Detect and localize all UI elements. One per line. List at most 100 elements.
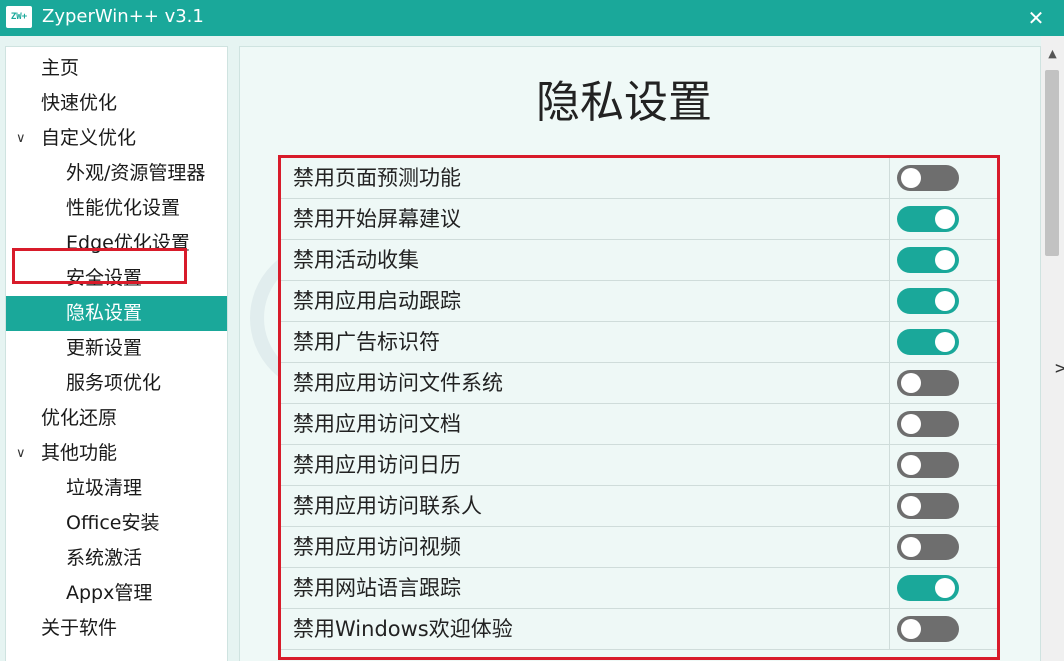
sidebar-item[interactable]: 系统激活: [6, 541, 227, 576]
sidebar-item[interactable]: Office安装: [6, 506, 227, 541]
sidebar-item-label: 系统激活: [66, 547, 143, 569]
column-divider: [889, 404, 890, 445]
sidebar-item[interactable]: 隐私设置: [6, 296, 227, 331]
sidebar-item-label: 服务项优化: [66, 372, 162, 394]
setting-label: 禁用应用启动跟踪: [293, 289, 461, 313]
setting-row: 禁用应用访问联系人: [281, 486, 997, 527]
setting-label: 禁用广告标识符: [293, 330, 440, 354]
window-title: ZyperWin++ v3.1: [42, 6, 204, 27]
sidebar-item[interactable]: 优化还原: [6, 401, 227, 436]
sidebar-item-label: Office安装: [66, 512, 160, 534]
main-panel: 老K资源网 bbs.laokbk.cn 隐私设置 禁用页面预测功能禁用开始屏幕建…: [239, 46, 1041, 661]
column-divider: [889, 527, 890, 568]
page-title: 隐私设置: [536, 77, 712, 128]
setting-label: 禁用应用访问视频: [293, 535, 461, 559]
setting-row: 禁用活动收集: [281, 240, 997, 281]
sidebar-item[interactable]: 主页: [6, 51, 227, 86]
sidebar-item[interactable]: 快速优化: [6, 86, 227, 121]
toggle-knob: [935, 332, 955, 352]
sidebar-item-label: 其他功能: [41, 442, 118, 464]
setting-row: 禁用页面预测功能: [281, 158, 997, 199]
app-logo-icon: ZW+: [6, 6, 32, 28]
setting-toggle[interactable]: [897, 534, 959, 560]
sidebar-item-label: 垃圾清理: [66, 477, 143, 499]
sidebar-item-label: Appx管理: [66, 582, 153, 604]
sidebar-item-label: 更新设置: [66, 337, 143, 359]
toggle-knob: [901, 168, 921, 188]
sidebar-item[interactable]: 服务项优化: [6, 366, 227, 401]
setting-row: 禁用应用访问文档: [281, 404, 997, 445]
setting-toggle[interactable]: [897, 206, 959, 232]
setting-label: 禁用应用访问联系人: [293, 494, 482, 518]
close-icon[interactable]: ✕: [1016, 2, 1056, 34]
toggle-knob: [935, 250, 955, 270]
chevron-down-icon[interactable]: ∨: [16, 436, 26, 471]
sidebar-item[interactable]: 关于软件: [6, 611, 227, 646]
column-divider: [889, 240, 890, 281]
sidebar-item[interactable]: 更新设置: [6, 331, 227, 366]
scroll-up-icon[interactable]: ▲: [1041, 46, 1064, 62]
sidebar-item[interactable]: 性能优化设置: [6, 191, 227, 226]
sidebar-item[interactable]: Appx管理: [6, 576, 227, 611]
setting-row: 禁用应用访问文件系统: [281, 363, 997, 404]
setting-toggle[interactable]: [897, 575, 959, 601]
column-divider: [889, 445, 890, 486]
setting-toggle[interactable]: [897, 370, 959, 396]
setting-toggle[interactable]: [897, 411, 959, 437]
sidebar-item-label: 隐私设置: [66, 302, 143, 324]
sidebar-item[interactable]: ∨ 其他功能: [6, 436, 227, 471]
setting-label: 禁用网站语言跟踪: [293, 576, 461, 600]
setting-toggle[interactable]: [897, 165, 959, 191]
sidebar-item-label: Edge优化设置: [66, 232, 190, 254]
setting-toggle[interactable]: [897, 452, 959, 478]
sidebar-nav: 主页快速优化 ∨ 自定义优化外观/资源管理器 性能优化设置 Edge优化设置 安全设置隐私…: [5, 46, 228, 661]
setting-toggle[interactable]: [897, 288, 959, 314]
toggle-knob: [901, 373, 921, 393]
setting-toggle[interactable]: [897, 329, 959, 355]
toggle-knob: [901, 537, 921, 557]
setting-label: 禁用应用访问文档: [293, 412, 461, 436]
setting-row: 禁用应用启动跟踪: [281, 281, 997, 322]
sidebar-item-label: 安全设置: [66, 267, 143, 289]
chevron-down-icon[interactable]: ∨: [16, 121, 26, 156]
column-divider: [889, 568, 890, 609]
column-divider: [889, 158, 890, 199]
sidebar-item-label: 关于软件: [41, 617, 118, 639]
toggle-knob: [935, 291, 955, 311]
toggle-knob: [901, 496, 921, 516]
sidebar-item[interactable]: Edge优化设置: [6, 226, 227, 261]
sidebar-item-label: 性能优化设置: [66, 197, 181, 219]
column-divider: [889, 199, 890, 240]
scroll-thumb[interactable]: [1045, 70, 1059, 256]
column-divider: [889, 322, 890, 363]
setting-row: 禁用开始屏幕建议: [281, 199, 997, 240]
setting-label: 禁用开始屏幕建议: [293, 207, 461, 231]
setting-row: 禁用网站语言跟踪: [281, 568, 997, 609]
toggle-knob: [901, 414, 921, 434]
sidebar-item-label: 外观/资源管理器: [66, 162, 206, 184]
setting-toggle[interactable]: [897, 247, 959, 273]
setting-label: 禁用应用访问文件系统: [293, 371, 503, 395]
setting-toggle[interactable]: [897, 493, 959, 519]
column-divider: [889, 486, 890, 527]
sidebar-item[interactable]: 垃圾清理: [6, 471, 227, 506]
setting-row: 禁用Windows欢迎体验: [281, 609, 997, 650]
column-divider: [889, 363, 890, 404]
toggle-knob: [935, 209, 955, 229]
sidebar-item[interactable]: 外观/资源管理器: [6, 156, 227, 191]
vertical-scrollbar[interactable]: ▲: [1041, 36, 1064, 661]
sidebar-item[interactable]: 安全设置: [6, 261, 227, 296]
setting-row: 禁用应用访问日历: [281, 445, 997, 486]
column-divider: [889, 281, 890, 322]
sidebar-item[interactable]: ∨ 自定义优化: [6, 121, 227, 156]
sidebar-item-label: 自定义优化: [41, 127, 137, 149]
setting-label: 禁用活动收集: [293, 248, 419, 272]
setting-label: 禁用页面预测功能: [293, 166, 461, 190]
toggle-knob: [935, 578, 955, 598]
title-bar: ZW+ ZyperWin++ v3.1 ✕: [0, 0, 1064, 36]
setting-label: 禁用Windows欢迎体验: [293, 617, 513, 641]
toggle-knob: [901, 619, 921, 639]
setting-toggle[interactable]: [897, 616, 959, 642]
column-divider: [889, 609, 890, 650]
sidebar-item-label: 快速优化: [41, 92, 118, 114]
